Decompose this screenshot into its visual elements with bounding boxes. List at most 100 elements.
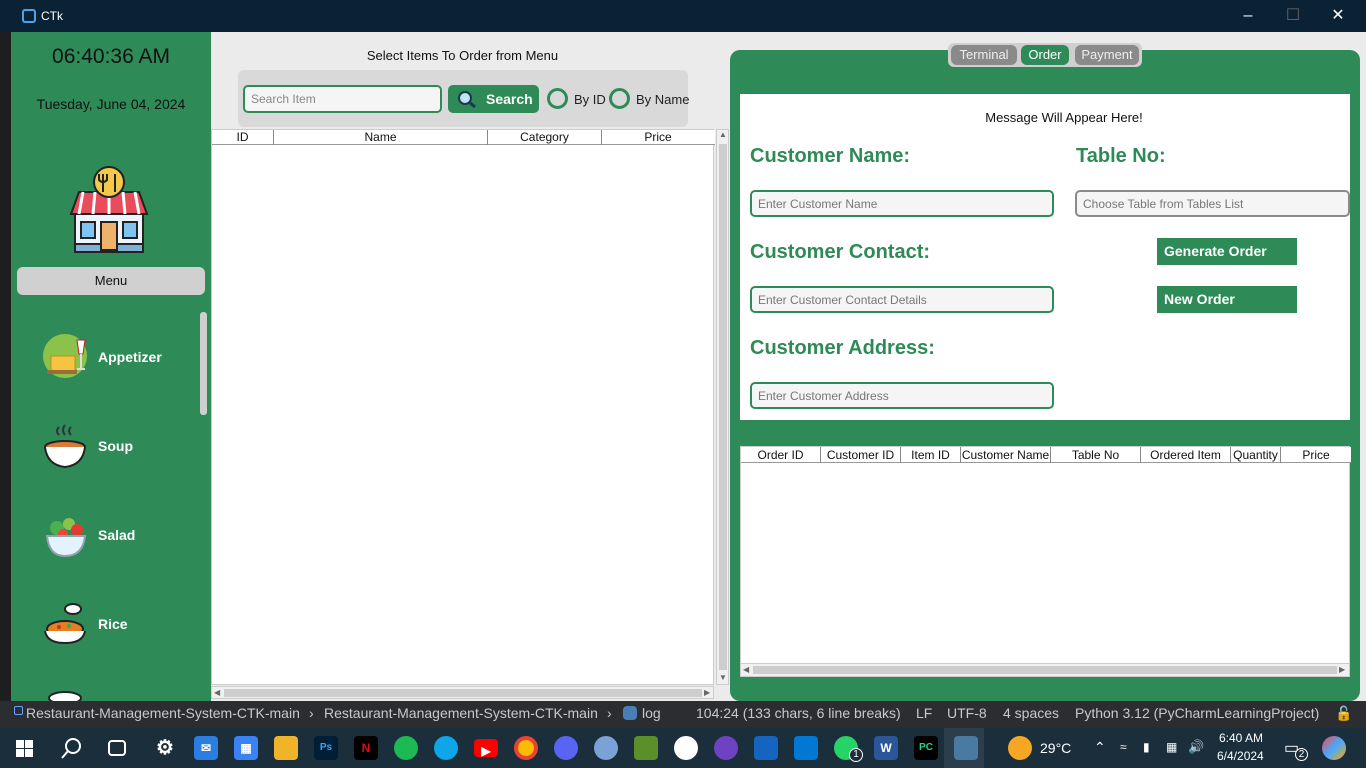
items-table-horizontal-scrollbar[interactable]: ◀ ▶ bbox=[211, 686, 714, 699]
app-icon[interactable] bbox=[754, 736, 778, 760]
category-salad[interactable]: Salad bbox=[43, 512, 193, 562]
sidebar-scrollbar[interactable] bbox=[200, 312, 207, 415]
customer-name-field[interactable] bbox=[750, 190, 1054, 217]
minimize-button[interactable]: – bbox=[1225, 4, 1271, 28]
orders-table-horizontal-scrollbar[interactable]: ◀ ▶ bbox=[741, 663, 1349, 676]
radio-circle[interactable] bbox=[609, 88, 630, 109]
category-soup[interactable]: Soup bbox=[43, 423, 193, 473]
clock-time: 06:40:36 AM bbox=[52, 45, 170, 68]
edge-icon[interactable] bbox=[434, 736, 458, 760]
battery-icon[interactable]: ▮ bbox=[1143, 740, 1150, 754]
radio-circle[interactable] bbox=[547, 88, 568, 109]
column-header-quantity[interactable]: Quantity bbox=[1231, 447, 1281, 463]
network-icon[interactable]: ▦ bbox=[1166, 740, 1177, 754]
task-view-icon[interactable] bbox=[108, 740, 126, 756]
github-icon[interactable] bbox=[674, 736, 698, 760]
pycharm-icon[interactable]: PC bbox=[914, 736, 938, 760]
table-no-field[interactable] bbox=[1075, 190, 1350, 217]
weather-icon[interactable] bbox=[1008, 736, 1032, 760]
category-rice[interactable]: Rice bbox=[43, 601, 193, 651]
scroll-up-icon[interactable]: ▲ bbox=[719, 130, 727, 139]
orders-table[interactable]: Order ID Customer ID Item ID Customer Na… bbox=[740, 446, 1351, 677]
snipping-tool-icon[interactable] bbox=[594, 736, 618, 760]
wifi-icon[interactable]: ≈ bbox=[1120, 740, 1127, 754]
items-table[interactable]: ID Name Category Price bbox=[211, 129, 715, 685]
search-button[interactable]: Search bbox=[448, 85, 539, 113]
spotify-icon[interactable] bbox=[394, 736, 418, 760]
taskbar-clock-date[interactable]: 6/4/2024 bbox=[1217, 749, 1264, 763]
github-desktop-icon[interactable] bbox=[714, 736, 738, 760]
tab-payment[interactable]: Payment bbox=[1075, 45, 1139, 65]
scroll-right-icon[interactable]: ▶ bbox=[704, 688, 710, 697]
search-icon[interactable] bbox=[61, 737, 83, 759]
orders-table-header: Order ID Customer ID Item ID Customer Na… bbox=[741, 447, 1351, 463]
scroll-right-icon[interactable]: ▶ bbox=[1339, 665, 1345, 674]
appetizer-icon bbox=[43, 334, 87, 378]
copilot-icon[interactable] bbox=[1322, 736, 1346, 760]
active-app-highlight bbox=[944, 728, 984, 768]
windows-start-icon[interactable] bbox=[16, 740, 33, 757]
scrollbar-thumb[interactable] bbox=[753, 666, 1337, 674]
cursor-position[interactable]: 104:24 (133 chars, 6 line breaks) bbox=[696, 705, 901, 721]
customer-contact-label: Customer Contact: bbox=[750, 241, 931, 263]
mail-icon[interactable]: ✉ bbox=[194, 736, 218, 760]
category-next-partial[interactable] bbox=[43, 690, 193, 701]
breadcrumb-project[interactable]: Restaurant-Management-System-CTK-main bbox=[26, 705, 300, 721]
column-header-name[interactable]: Name bbox=[274, 130, 488, 145]
tab-order[interactable]: Order bbox=[1021, 45, 1069, 65]
column-header-ordered-item[interactable]: Ordered Item bbox=[1141, 447, 1231, 463]
column-header-id[interactable]: ID bbox=[212, 130, 274, 145]
taskbar-clock-time[interactable]: 6:40 AM bbox=[1219, 731, 1263, 745]
settings-icon[interactable]: ⚙ bbox=[153, 736, 177, 760]
line-ending[interactable]: LF bbox=[916, 705, 932, 721]
lock-icon[interactable]: 🔓 bbox=[1335, 705, 1352, 722]
column-header-customer-name[interactable]: Customer Name bbox=[961, 447, 1051, 463]
file-encoding[interactable]: UTF-8 bbox=[947, 705, 987, 721]
column-header-customer-id[interactable]: Customer ID bbox=[821, 447, 901, 463]
generate-order-button[interactable]: Generate Order bbox=[1157, 238, 1297, 265]
tools-icon[interactable] bbox=[634, 736, 658, 760]
scrollbar-thumb[interactable] bbox=[224, 689, 702, 697]
title-bar: CTk – ☐ ✕ bbox=[0, 0, 1366, 32]
photoshop-icon[interactable]: Ps bbox=[314, 736, 338, 760]
column-header-item-id[interactable]: Item ID bbox=[901, 447, 961, 463]
column-header-order-id[interactable]: Order ID bbox=[741, 447, 821, 463]
column-header-category[interactable]: Category bbox=[488, 130, 602, 145]
new-order-button[interactable]: New Order bbox=[1157, 286, 1297, 313]
file-explorer-icon[interactable] bbox=[274, 736, 298, 760]
close-button[interactable]: ✕ bbox=[1315, 4, 1361, 28]
tab-terminal[interactable]: Terminal bbox=[951, 45, 1017, 65]
search-icon bbox=[458, 91, 476, 108]
search-input[interactable] bbox=[243, 85, 442, 113]
netflix-icon[interactable]: N bbox=[354, 736, 378, 760]
column-header-price[interactable]: Price bbox=[602, 130, 714, 145]
scroll-left-icon[interactable]: ◀ bbox=[214, 688, 220, 697]
chrome-icon[interactable] bbox=[514, 736, 538, 760]
scroll-down-icon[interactable]: ▼ bbox=[719, 673, 727, 682]
store-icon[interactable]: ▦ bbox=[234, 736, 258, 760]
volume-icon[interactable]: 🔊 bbox=[1188, 739, 1204, 755]
customer-name-label: Customer Name: bbox=[750, 145, 911, 167]
maximize-button[interactable]: ☐ bbox=[1270, 4, 1316, 28]
column-header-price[interactable]: Price bbox=[1281, 447, 1351, 463]
weather-temperature[interactable]: 29°C bbox=[1040, 740, 1071, 756]
customer-contact-field[interactable] bbox=[750, 286, 1054, 313]
scroll-left-icon[interactable]: ◀ bbox=[743, 665, 749, 674]
category-appetizer[interactable]: Appetizer bbox=[43, 334, 193, 384]
customer-address-field[interactable] bbox=[750, 382, 1054, 409]
chevron-up-icon[interactable]: ⌃ bbox=[1094, 739, 1106, 756]
breadcrumb-file[interactable]: log bbox=[642, 705, 661, 721]
column-header-table-no[interactable]: Table No bbox=[1051, 447, 1141, 463]
items-table-vertical-scrollbar[interactable]: ▲ ▼ bbox=[716, 129, 729, 685]
breadcrumb-folder[interactable]: Restaurant-Management-System-CTK-main bbox=[324, 705, 598, 721]
salad-icon bbox=[45, 518, 87, 558]
indent-setting[interactable]: 4 spaces bbox=[1003, 705, 1059, 721]
word-icon[interactable]: W bbox=[874, 736, 898, 760]
python-interpreter[interactable]: Python 3.12 (PyCharmLearningProject) bbox=[1075, 705, 1319, 721]
youtube-icon[interactable]: ▶ bbox=[474, 739, 498, 758]
scrollbar-thumb[interactable] bbox=[719, 144, 727, 670]
vscode-icon[interactable] bbox=[794, 736, 818, 760]
menu-button[interactable]: Menu bbox=[17, 267, 205, 295]
items-panel-title: Select Items To Order from Menu bbox=[366, 48, 559, 63]
discord-icon[interactable] bbox=[554, 736, 578, 760]
